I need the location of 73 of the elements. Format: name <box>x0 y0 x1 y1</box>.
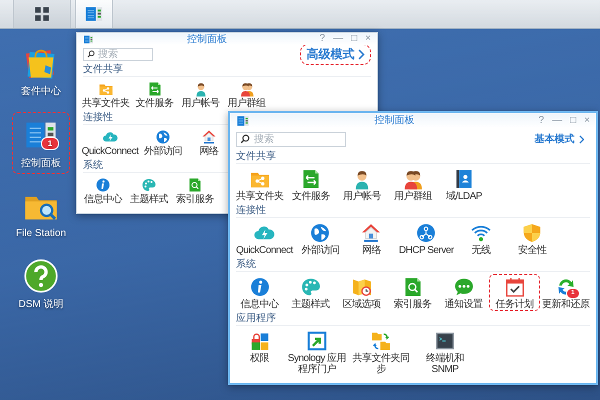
app-launcher[interactable]: 网络 <box>346 220 397 257</box>
info-icon <box>95 177 111 193</box>
users-icon <box>402 168 424 190</box>
app-launcher[interactable]: QuickConnect <box>80 127 140 158</box>
chevron-right-icon <box>578 134 584 144</box>
house-icon <box>360 222 382 244</box>
taskbar-button[interactable] <box>13 0 71 28</box>
app-launcher[interactable]: 外部访问 <box>294 220 346 257</box>
terminal-icon <box>434 330 456 352</box>
app-launcher[interactable]: 网络 <box>186 127 232 158</box>
notification-badge: 1 <box>41 137 59 150</box>
control-panel-icon <box>84 4 104 24</box>
shield-icon <box>521 222 544 244</box>
app-launcher[interactable]: 共享文件夹 <box>80 79 132 110</box>
app-launcher[interactable]: 外部访问 <box>140 127 186 158</box>
app-launcher[interactable]: 域/LDAP <box>438 166 490 203</box>
app-launcher[interactable]: 终端机和 SNMP <box>413 328 477 376</box>
app-launcher[interactable]: 用户群组 <box>388 166 438 203</box>
app-launcher[interactable]: 无线 <box>456 220 507 257</box>
app-launcher[interactable]: 通知设置 <box>438 274 489 311</box>
desktop-shortcut[interactable]: File Station <box>12 184 70 243</box>
section-title: 文件共享 <box>83 63 371 77</box>
section-title: 文件共享 <box>236 150 590 164</box>
window-title: 控制面板 <box>373 115 416 126</box>
folder-sync-icon <box>370 330 392 352</box>
users-icon <box>238 81 254 97</box>
search-icon <box>240 134 250 144</box>
info-icon <box>248 276 270 298</box>
mode-switch-link[interactable]: 高级模式 <box>300 44 371 64</box>
app-launcher[interactable]: 主题样式 <box>126 175 172 206</box>
section-title: 连接性 <box>236 204 590 218</box>
app-launcher[interactable]: 用户群组 <box>224 79 270 110</box>
app-launcher[interactable]: 主题样式 <box>285 274 336 311</box>
desktop-shortcut[interactable]: 1 控制面板 <box>12 112 70 174</box>
control-panel-icon <box>236 114 250 128</box>
search-field[interactable]: 搜索 <box>236 132 346 146</box>
app-launcher[interactable]: 安全性 <box>506 220 558 257</box>
section-title: 应用程序 <box>236 312 590 326</box>
app-launcher[interactable]: 区域选项 <box>336 274 387 311</box>
house-icon <box>201 129 217 145</box>
document-arrows-icon <box>146 81 162 97</box>
desktop-shortcut[interactable]: 套件中心 <box>12 40 70 102</box>
desktop-shortcut[interactable]: DSM 说明 <box>12 253 70 315</box>
section-title: 系统 <box>236 258 590 272</box>
network-nodes-icon <box>415 222 438 244</box>
search-field[interactable]: 搜索 <box>83 48 153 60</box>
chevron-right-icon <box>358 48 365 60</box>
app-launcher[interactable]: Synology 应用程序门户 <box>285 328 349 376</box>
window-title: 控制面板 <box>186 34 228 44</box>
app-launcher[interactable]: 共享文件夹同步 <box>349 328 413 376</box>
app-launcher[interactable]: DHCP Server <box>396 220 456 257</box>
app-launcher[interactable]: 权限 <box>234 328 285 365</box>
globe-icon <box>309 222 332 244</box>
control-panel-icon <box>83 34 94 44</box>
app-launcher[interactable]: 文件服务 <box>132 79 178 110</box>
mode-switch-link[interactable]: 基本模式 <box>528 130 590 148</box>
app-launcher[interactable]: 索引服务 <box>387 274 438 311</box>
app-launcher[interactable]: 索引服务 <box>172 175 218 206</box>
app-launcher[interactable]: 用户帐号 <box>178 79 224 110</box>
search-icon <box>87 50 95 58</box>
globe-icon <box>155 129 171 145</box>
calendar-check-icon <box>504 276 526 298</box>
document-search-icon <box>187 177 203 193</box>
chat-bubble-icon <box>452 276 474 298</box>
taskbar-button[interactable] <box>75 0 113 28</box>
grid-icon <box>32 4 52 24</box>
app-launcher[interactable]: 任务计划 <box>489 274 540 311</box>
app-launcher[interactable]: 信息中心 <box>234 274 285 311</box>
palette-icon <box>300 276 322 298</box>
palette-icon <box>141 177 157 193</box>
app-launcher[interactable]: 信息中心 <box>80 175 126 206</box>
help-icon <box>23 258 59 294</box>
app-launcher[interactable]: QuickConnect <box>234 220 295 257</box>
